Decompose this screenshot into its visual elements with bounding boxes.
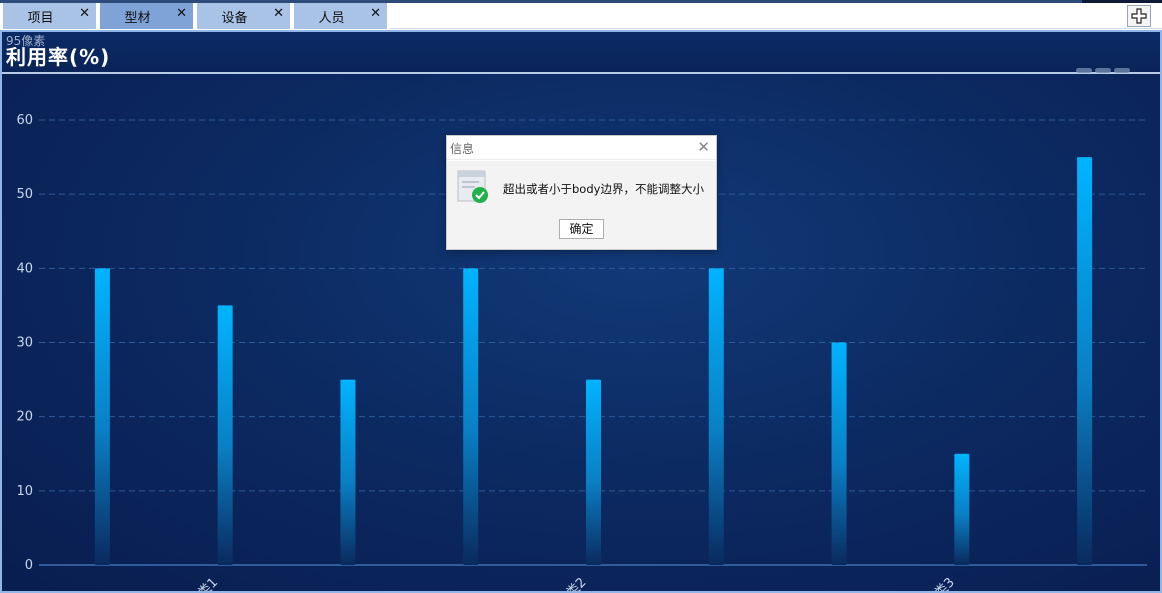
tab-close-icon[interactable]: ✕ bbox=[79, 6, 90, 21]
x-category-label: 分类3 bbox=[923, 575, 958, 591]
dialog-body: 超出或者小于body边界，不能调整大小 确定 bbox=[447, 161, 716, 249]
tab-close-icon[interactable]: ✕ bbox=[370, 6, 381, 21]
bar bbox=[340, 379, 356, 565]
tab-label: 型材 bbox=[124, 11, 151, 26]
tab-label: 人员 bbox=[318, 11, 345, 26]
x-category-label: 分类2 bbox=[555, 575, 590, 591]
y-tick-label: 10 bbox=[16, 484, 33, 499]
bar bbox=[586, 379, 601, 565]
y-tick-label: 50 bbox=[16, 187, 33, 202]
panel-header: 95像素 利用率(%) bbox=[2, 32, 1160, 74]
tab-close-icon[interactable]: ✕ bbox=[176, 6, 187, 21]
tab-close-icon[interactable]: ✕ bbox=[273, 6, 284, 21]
y-tick-label: 0 bbox=[25, 558, 33, 573]
dialog-message: 超出或者小于body边界，不能调整大小 bbox=[503, 182, 704, 196]
x-category-label: 分类1 bbox=[186, 575, 221, 591]
bar bbox=[831, 342, 847, 565]
tab-bar: 项目 ✕ 型材 ✕ 设备 ✕ 人员 ✕ bbox=[0, 0, 1162, 30]
tab-project[interactable]: 项目 ✕ bbox=[3, 3, 97, 29]
header-decoration bbox=[1076, 58, 1133, 77]
info-dialog: 信息 ✕ 超出或者小于body边界，不能调整大小 确定 bbox=[446, 135, 717, 250]
window-add-icon bbox=[1131, 8, 1147, 24]
tab-profile[interactable]: 型材 ✕ bbox=[100, 3, 194, 29]
y-tick-label: 60 bbox=[16, 113, 33, 128]
bar bbox=[94, 268, 110, 565]
add-window-button[interactable] bbox=[1127, 5, 1151, 27]
bar bbox=[1077, 157, 1093, 565]
bar bbox=[217, 305, 233, 565]
tab-label: 设备 bbox=[221, 11, 248, 26]
tab-equipment[interactable]: 设备 ✕ bbox=[197, 3, 291, 29]
y-tick-label: 20 bbox=[16, 410, 33, 425]
bar bbox=[463, 268, 479, 565]
y-tick-label: 30 bbox=[16, 336, 33, 351]
tab-label: 项目 bbox=[27, 11, 54, 26]
panel-title: 利用率(%) bbox=[6, 45, 111, 69]
tab-strip-empty bbox=[390, 3, 1162, 29]
success-check-icon bbox=[457, 170, 488, 203]
close-icon[interactable]: ✕ bbox=[697, 138, 710, 156]
dialog-title: 信息 bbox=[450, 142, 475, 156]
dialog-titlebar[interactable]: 信息 ✕ bbox=[447, 136, 716, 160]
y-tick-label: 40 bbox=[16, 261, 33, 276]
chart-panel: 95像素 利用率(%) 0 10 20 30 40 50 60 分类1 分类2 分类3 bbox=[0, 30, 1162, 593]
tab-personnel[interactable]: 人员 ✕ bbox=[294, 3, 388, 29]
ok-button[interactable]: 确定 bbox=[559, 219, 604, 239]
bar bbox=[708, 268, 724, 565]
bar bbox=[954, 453, 970, 565]
